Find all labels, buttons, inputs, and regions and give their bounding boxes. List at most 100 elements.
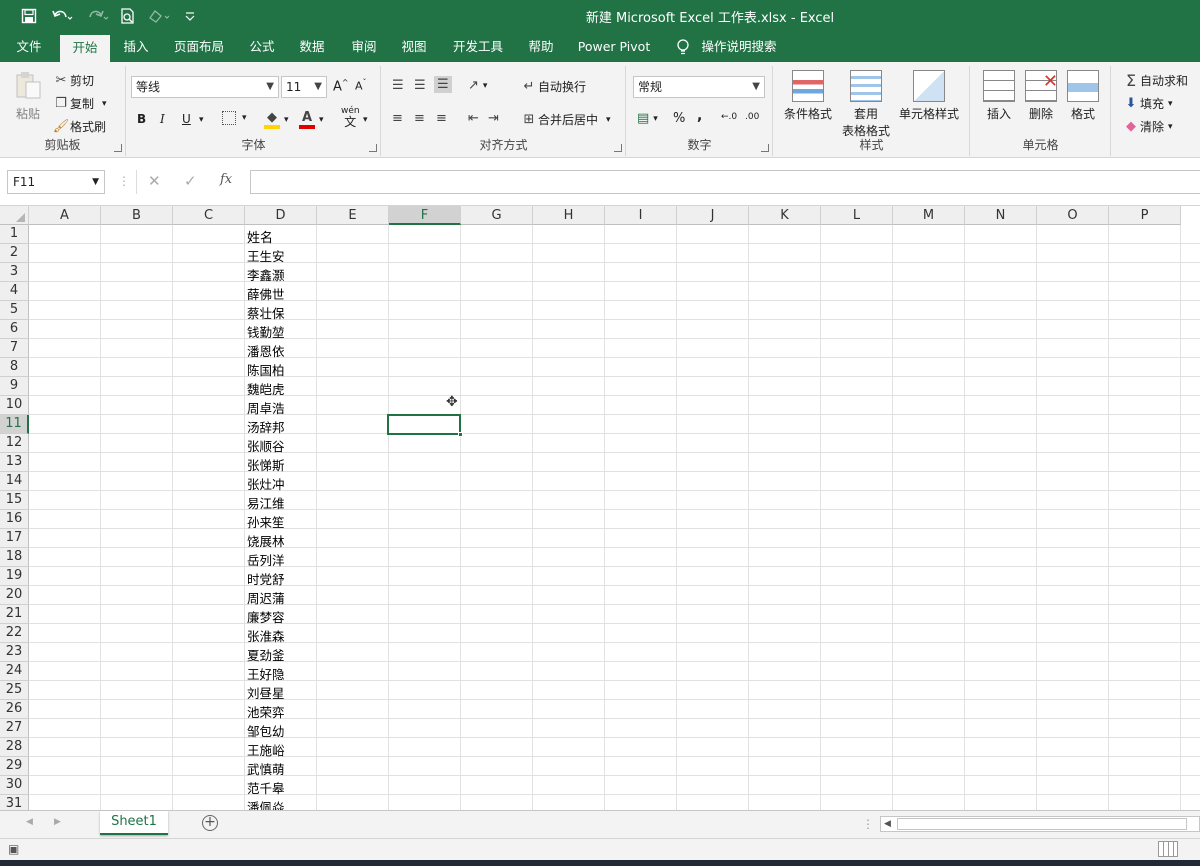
row-header-10[interactable]: 10 (0, 396, 29, 415)
cell-d15[interactable]: 易江维 (247, 493, 285, 512)
cell-d13[interactable]: 张悌斯 (247, 455, 285, 474)
align-bottom-button[interactable]: ☰ (434, 76, 452, 93)
cell-d20[interactable]: 周迟蒲 (247, 588, 285, 607)
active-cell[interactable] (387, 414, 463, 437)
column-header-e[interactable]: E (317, 206, 389, 225)
column-header-p[interactable]: P (1109, 206, 1181, 225)
cancel-icon[interactable]: ✕ (148, 172, 161, 190)
row-header-28[interactable]: 28 (0, 738, 29, 757)
tab-home[interactable]: 开始 (60, 35, 110, 62)
tab-power-pivot[interactable]: Power Pivot (572, 32, 656, 62)
font-color-button[interactable]: A ▾ (299, 110, 324, 129)
align-middle-button[interactable]: ☰ (414, 78, 426, 93)
cell-d21[interactable]: 廉梦容 (247, 607, 285, 626)
align-top-button[interactable]: ☰ (392, 78, 404, 93)
cell-d23[interactable]: 夏劲釜 (247, 645, 285, 664)
insert-cells-button[interactable]: 插入 (979, 70, 1019, 122)
splitter-icon[interactable]: ⋮ (862, 817, 874, 831)
font-dialog-launcher[interactable] (369, 144, 377, 152)
row-header-22[interactable]: 22 (0, 624, 29, 643)
row-header-2[interactable]: 2 (0, 244, 29, 263)
column-header-f[interactable]: F (389, 206, 461, 225)
clear-button[interactable]: ◆ 清除 ▾ (1122, 118, 1173, 135)
underline-button[interactable]: U (182, 112, 191, 126)
horizontal-scrollbar[interactable]: ◀ (880, 816, 1200, 832)
cell-d22[interactable]: 张淮森 (247, 626, 285, 645)
font-name-select[interactable]: 等线 ▼ (131, 76, 279, 98)
cell-d14[interactable]: 张灶冲 (247, 474, 285, 493)
cell-d17[interactable]: 饶展林 (247, 531, 285, 550)
conditional-formatting-button[interactable]: 条件格式 (780, 70, 836, 122)
alignment-dialog-launcher[interactable] (614, 144, 622, 152)
number-dialog-launcher[interactable] (761, 144, 769, 152)
align-center-button[interactable]: ≡ (414, 111, 425, 126)
worksheet-grid[interactable]: ABCDEFGHIJKLMNOP 1 2 3 4 5 6 7 8 9 10 11 12 13 14 15 16… (0, 206, 1200, 810)
row-header-4[interactable]: 4 (0, 282, 29, 301)
format-as-table-button[interactable]: 套用 表格格式 (836, 70, 896, 139)
row-header-15[interactable]: 15 (0, 491, 29, 510)
column-header-m[interactable]: M (893, 206, 965, 225)
cell-d10[interactable]: 周卓浩 (247, 398, 285, 417)
name-box[interactable]: F11 ▼ (7, 170, 105, 194)
column-header-h[interactable]: H (533, 206, 605, 225)
row-header-18[interactable]: 18 (0, 548, 29, 567)
enter-icon[interactable]: ✓ (184, 172, 197, 190)
cell-d11[interactable]: 汤辞邦 (247, 417, 285, 436)
column-header-j[interactable]: J (677, 206, 749, 225)
row-header-19[interactable]: 19 (0, 567, 29, 586)
align-left-button[interactable]: ≡ (392, 111, 403, 126)
tab-page-layout[interactable]: 页面布局 (166, 32, 232, 62)
column-header-g[interactable]: G (461, 206, 533, 225)
row-header-20[interactable]: 20 (0, 586, 29, 605)
row-header-31[interactable]: 31 (0, 795, 29, 810)
autosum-button[interactable]: Σ 自动求和 (1122, 71, 1188, 90)
cell-d9[interactable]: 魏皑虎 (247, 379, 285, 398)
bold-button[interactable]: B (137, 112, 146, 126)
row-header-11[interactable]: 11 (0, 415, 29, 434)
row-header-27[interactable]: 27 (0, 719, 29, 738)
cell-d1-header[interactable]: 姓名 (247, 227, 273, 246)
insert-function-icon[interactable]: fx (220, 172, 232, 187)
cell-d7[interactable]: 潘恩依 (247, 341, 285, 360)
tab-view[interactable]: 视图 (392, 32, 436, 62)
fill-color-button[interactable]: ◆ ▾ (264, 110, 289, 129)
merge-center-button[interactable]: ⊞ 合并后居中 ▾ (520, 111, 611, 128)
column-header-o[interactable]: O (1037, 206, 1109, 225)
cell-d30[interactable]: 范千皋 (247, 778, 285, 797)
tab-insert[interactable]: 插入 (114, 32, 158, 62)
row-header-9[interactable]: 9 (0, 377, 29, 396)
tell-me-search[interactable]: 操作说明搜索 (698, 32, 780, 62)
fill-button[interactable]: ⬇ 填充 ▾ (1122, 95, 1173, 112)
decrease-decimal-button[interactable]: .00 (745, 112, 759, 122)
normal-view-icon[interactable] (1158, 841, 1178, 857)
row-header-16[interactable]: 16 (0, 510, 29, 529)
column-header-d[interactable]: D (245, 206, 317, 225)
row-header-14[interactable]: 14 (0, 472, 29, 491)
tab-help[interactable]: 帮助 (520, 32, 562, 62)
column-header-l[interactable]: L (821, 206, 893, 225)
row-header-24[interactable]: 24 (0, 662, 29, 681)
column-header-n[interactable]: N (965, 206, 1037, 225)
align-right-button[interactable]: ≡ (436, 111, 447, 126)
copy-button[interactable]: ❐ 复制 ▾ (52, 95, 106, 112)
scroll-right-icon[interactable]: ▶ (54, 817, 61, 827)
increase-indent-button[interactable]: ⇥ (488, 111, 499, 126)
percent-button[interactable]: % (673, 111, 685, 126)
cell-d27[interactable]: 邹包幼 (247, 721, 285, 740)
cell-d26[interactable]: 池荣弈 (247, 702, 285, 721)
fill-handle[interactable] (458, 432, 463, 437)
scroll-left-arrow-icon[interactable]: ◀ (884, 819, 891, 829)
formula-input[interactable] (250, 170, 1200, 194)
row-header-25[interactable]: 25 (0, 681, 29, 700)
wrap-text-button[interactable]: ↵ 自动换行 (520, 78, 586, 95)
row-header-3[interactable]: 3 (0, 263, 29, 282)
cell-d25[interactable]: 刘昼星 (247, 683, 285, 702)
cell-d31[interactable]: 潘佩焱 (247, 797, 285, 810)
accounting-format-button[interactable]: ▤ ▾ (637, 111, 658, 126)
cell-d28[interactable]: 王施峪 (247, 740, 285, 759)
cell-d5[interactable]: 蔡壮保 (247, 303, 285, 322)
cell-d24[interactable]: 王好隐 (247, 664, 285, 683)
phonetic-guide-button[interactable]: wén 文 (341, 106, 360, 128)
column-header-k[interactable]: K (749, 206, 821, 225)
increase-font-button[interactable]: A^ (333, 78, 349, 94)
